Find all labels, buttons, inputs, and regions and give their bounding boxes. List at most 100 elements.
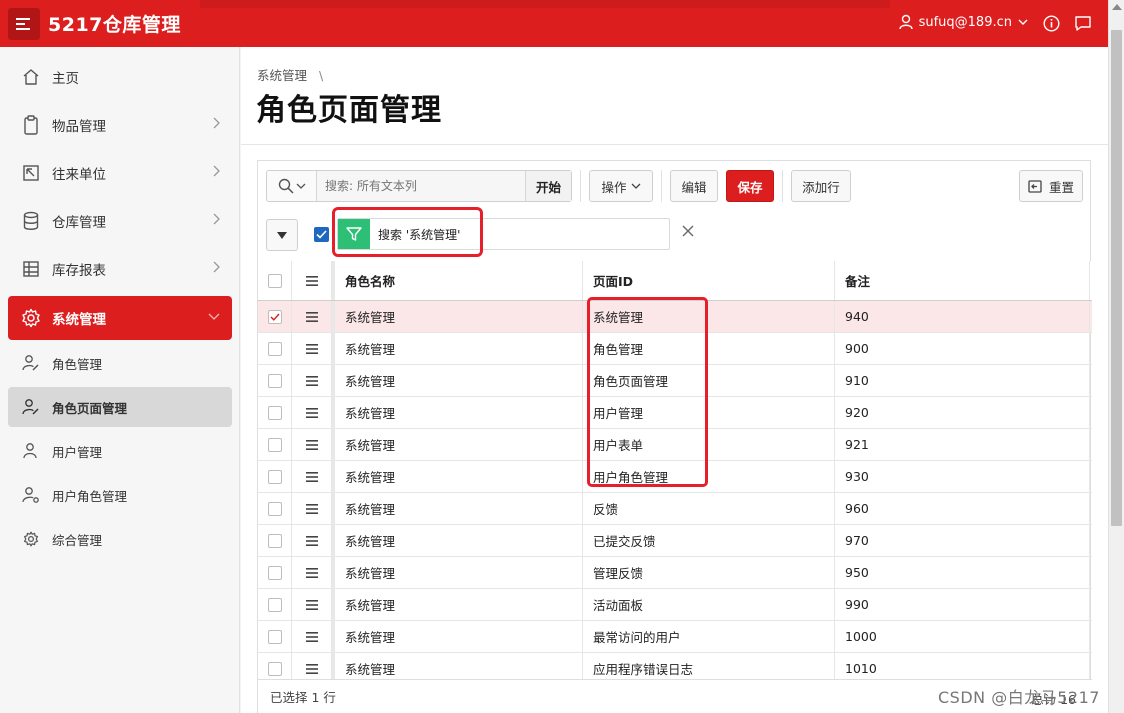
cell-page-id[interactable]: 反馈	[583, 493, 835, 524]
cell-note[interactable]: 950	[835, 557, 1090, 588]
sidebar-item-partners[interactable]: 往来单位	[8, 151, 232, 195]
row-checkbox[interactable]	[267, 565, 282, 580]
row-checkbox[interactable]	[267, 469, 282, 484]
reset-button[interactable]: 重置	[1019, 170, 1083, 202]
cell-note[interactable]: 930	[835, 461, 1090, 492]
sidebar-item-role-management[interactable]: 角色管理	[8, 343, 232, 383]
row-actions-cell[interactable]	[292, 557, 332, 588]
row-checkbox[interactable]	[267, 437, 282, 452]
table-row[interactable]: 系统管理 已提交反馈 970	[258, 525, 1092, 557]
row-checkbox[interactable]	[267, 373, 282, 388]
row-actions-cell[interactable]	[292, 621, 332, 652]
cell-note[interactable]: 921	[835, 429, 1090, 460]
page-scrollbar[interactable]	[1108, 0, 1124, 713]
user-menu[interactable]: sufuq@189.cn	[898, 14, 1028, 30]
feedback-icon[interactable]	[1074, 15, 1092, 32]
row-select-cell[interactable]	[258, 429, 292, 460]
sidebar-item-items[interactable]: 物品管理	[8, 103, 232, 147]
cell-note[interactable]: 990	[835, 589, 1090, 620]
cell-role[interactable]: 系统管理	[332, 397, 583, 428]
row-select-cell[interactable]	[258, 333, 292, 364]
row-checkbox[interactable]	[267, 661, 282, 676]
cell-role[interactable]: 系统管理	[332, 557, 583, 588]
row-actions-cell[interactable]	[292, 461, 332, 492]
select-all-cell[interactable]	[258, 261, 292, 300]
cell-role[interactable]: 系统管理	[332, 621, 583, 652]
cell-role[interactable]: 系统管理	[332, 365, 583, 396]
row-actions-cell[interactable]	[292, 333, 332, 364]
row-select-cell[interactable]	[258, 301, 292, 332]
sidebar-item-user-management[interactable]: 用户管理	[8, 431, 232, 471]
table-row[interactable]: 系统管理 活动面板 990	[258, 589, 1092, 621]
cell-role[interactable]: 系统管理	[332, 301, 583, 332]
cell-note[interactable]: 900	[835, 333, 1090, 364]
cell-page-id[interactable]: 活动面板	[583, 589, 835, 620]
row-checkbox[interactable]	[267, 629, 282, 644]
info-icon[interactable]	[1043, 15, 1060, 32]
edit-button[interactable]: 编辑	[670, 170, 718, 202]
row-select-cell[interactable]	[258, 621, 292, 652]
row-actions-cell[interactable]	[292, 589, 332, 620]
collapse-filters-button[interactable]	[266, 219, 298, 251]
sidebar-item-system[interactable]: 系统管理	[8, 296, 232, 340]
column-header-role[interactable]: 角色名称	[332, 261, 583, 300]
row-select-cell[interactable]	[258, 525, 292, 556]
row-select-cell[interactable]	[258, 461, 292, 492]
table-row[interactable]: 系统管理 管理反馈 950	[258, 557, 1092, 589]
actions-menu-button[interactable]: 操作	[589, 170, 653, 202]
search-input[interactable]	[317, 171, 525, 201]
row-actions-cell[interactable]	[292, 397, 332, 428]
cell-note[interactable]: 970	[835, 525, 1090, 556]
sidebar-item-home[interactable]: 主页	[8, 55, 232, 99]
row-checkbox[interactable]	[267, 501, 282, 516]
column-header-note[interactable]: 备注	[835, 261, 1090, 300]
cell-page-id[interactable]: 已提交反馈	[583, 525, 835, 556]
filter-enabled-checkbox[interactable]	[314, 227, 329, 242]
row-select-cell[interactable]	[258, 589, 292, 620]
cell-page-id[interactable]: 管理反馈	[583, 557, 835, 588]
sidebar-item-role-page-management[interactable]: 角色页面管理	[8, 387, 232, 427]
cell-role[interactable]: 系统管理	[332, 589, 583, 620]
row-checkbox[interactable]	[267, 533, 282, 548]
cell-role[interactable]: 系统管理	[332, 429, 583, 460]
sidebar-item-warehouse[interactable]: 仓库管理	[8, 199, 232, 243]
cell-note[interactable]: 1000	[835, 621, 1090, 652]
row-checkbox[interactable]	[267, 405, 282, 420]
cell-role[interactable]: 系统管理	[332, 461, 583, 492]
cell-role[interactable]: 系统管理	[332, 493, 583, 524]
scrollbar-thumb[interactable]	[1111, 30, 1122, 526]
row-select-cell[interactable]	[258, 557, 292, 588]
select-all-checkbox[interactable]	[267, 273, 282, 288]
row-checkbox[interactable]	[267, 309, 282, 324]
row-actions-cell[interactable]	[292, 493, 332, 524]
row-select-cell[interactable]	[258, 365, 292, 396]
cell-note[interactable]: 940	[835, 301, 1090, 332]
go-button[interactable]: 开始	[525, 171, 571, 201]
cell-note[interactable]: 960	[835, 493, 1090, 524]
row-select-cell[interactable]	[258, 493, 292, 524]
sidebar-item-general-management[interactable]: 综合管理	[8, 519, 232, 559]
row-checkbox[interactable]	[267, 597, 282, 612]
breadcrumb-link[interactable]: 系统管理	[257, 68, 307, 83]
nav-toggle-button[interactable]	[8, 8, 40, 40]
scroll-up-arrow-icon[interactable]	[1112, 4, 1122, 10]
cell-page-id[interactable]: 最常访问的用户	[583, 621, 835, 652]
table-row[interactable]: 系统管理 反馈 960	[258, 493, 1092, 525]
row-select-cell[interactable]	[258, 397, 292, 428]
cell-note[interactable]: 920	[835, 397, 1090, 428]
cell-role[interactable]: 系统管理	[332, 525, 583, 556]
cell-role[interactable]: 系统管理	[332, 333, 583, 364]
sidebar-item-user-role-management[interactable]: 用户角色管理	[8, 475, 232, 515]
column-header-page-id[interactable]: 页面ID	[583, 261, 835, 300]
app-title[interactable]: 5217仓库管理	[48, 10, 181, 37]
row-actions-cell[interactable]	[292, 429, 332, 460]
save-button[interactable]: 保存	[726, 170, 774, 202]
row-actions-cell[interactable]	[292, 365, 332, 396]
close-icon[interactable]	[682, 225, 694, 237]
table-row[interactable]: 系统管理 最常访问的用户 1000	[258, 621, 1092, 653]
row-checkbox[interactable]	[267, 341, 282, 356]
row-actions-cell[interactable]	[292, 525, 332, 556]
search-column-selector[interactable]	[267, 171, 317, 201]
add-row-button[interactable]: 添加行	[791, 170, 851, 202]
sidebar-item-inventory-report[interactable]: 库存报表	[8, 247, 232, 291]
